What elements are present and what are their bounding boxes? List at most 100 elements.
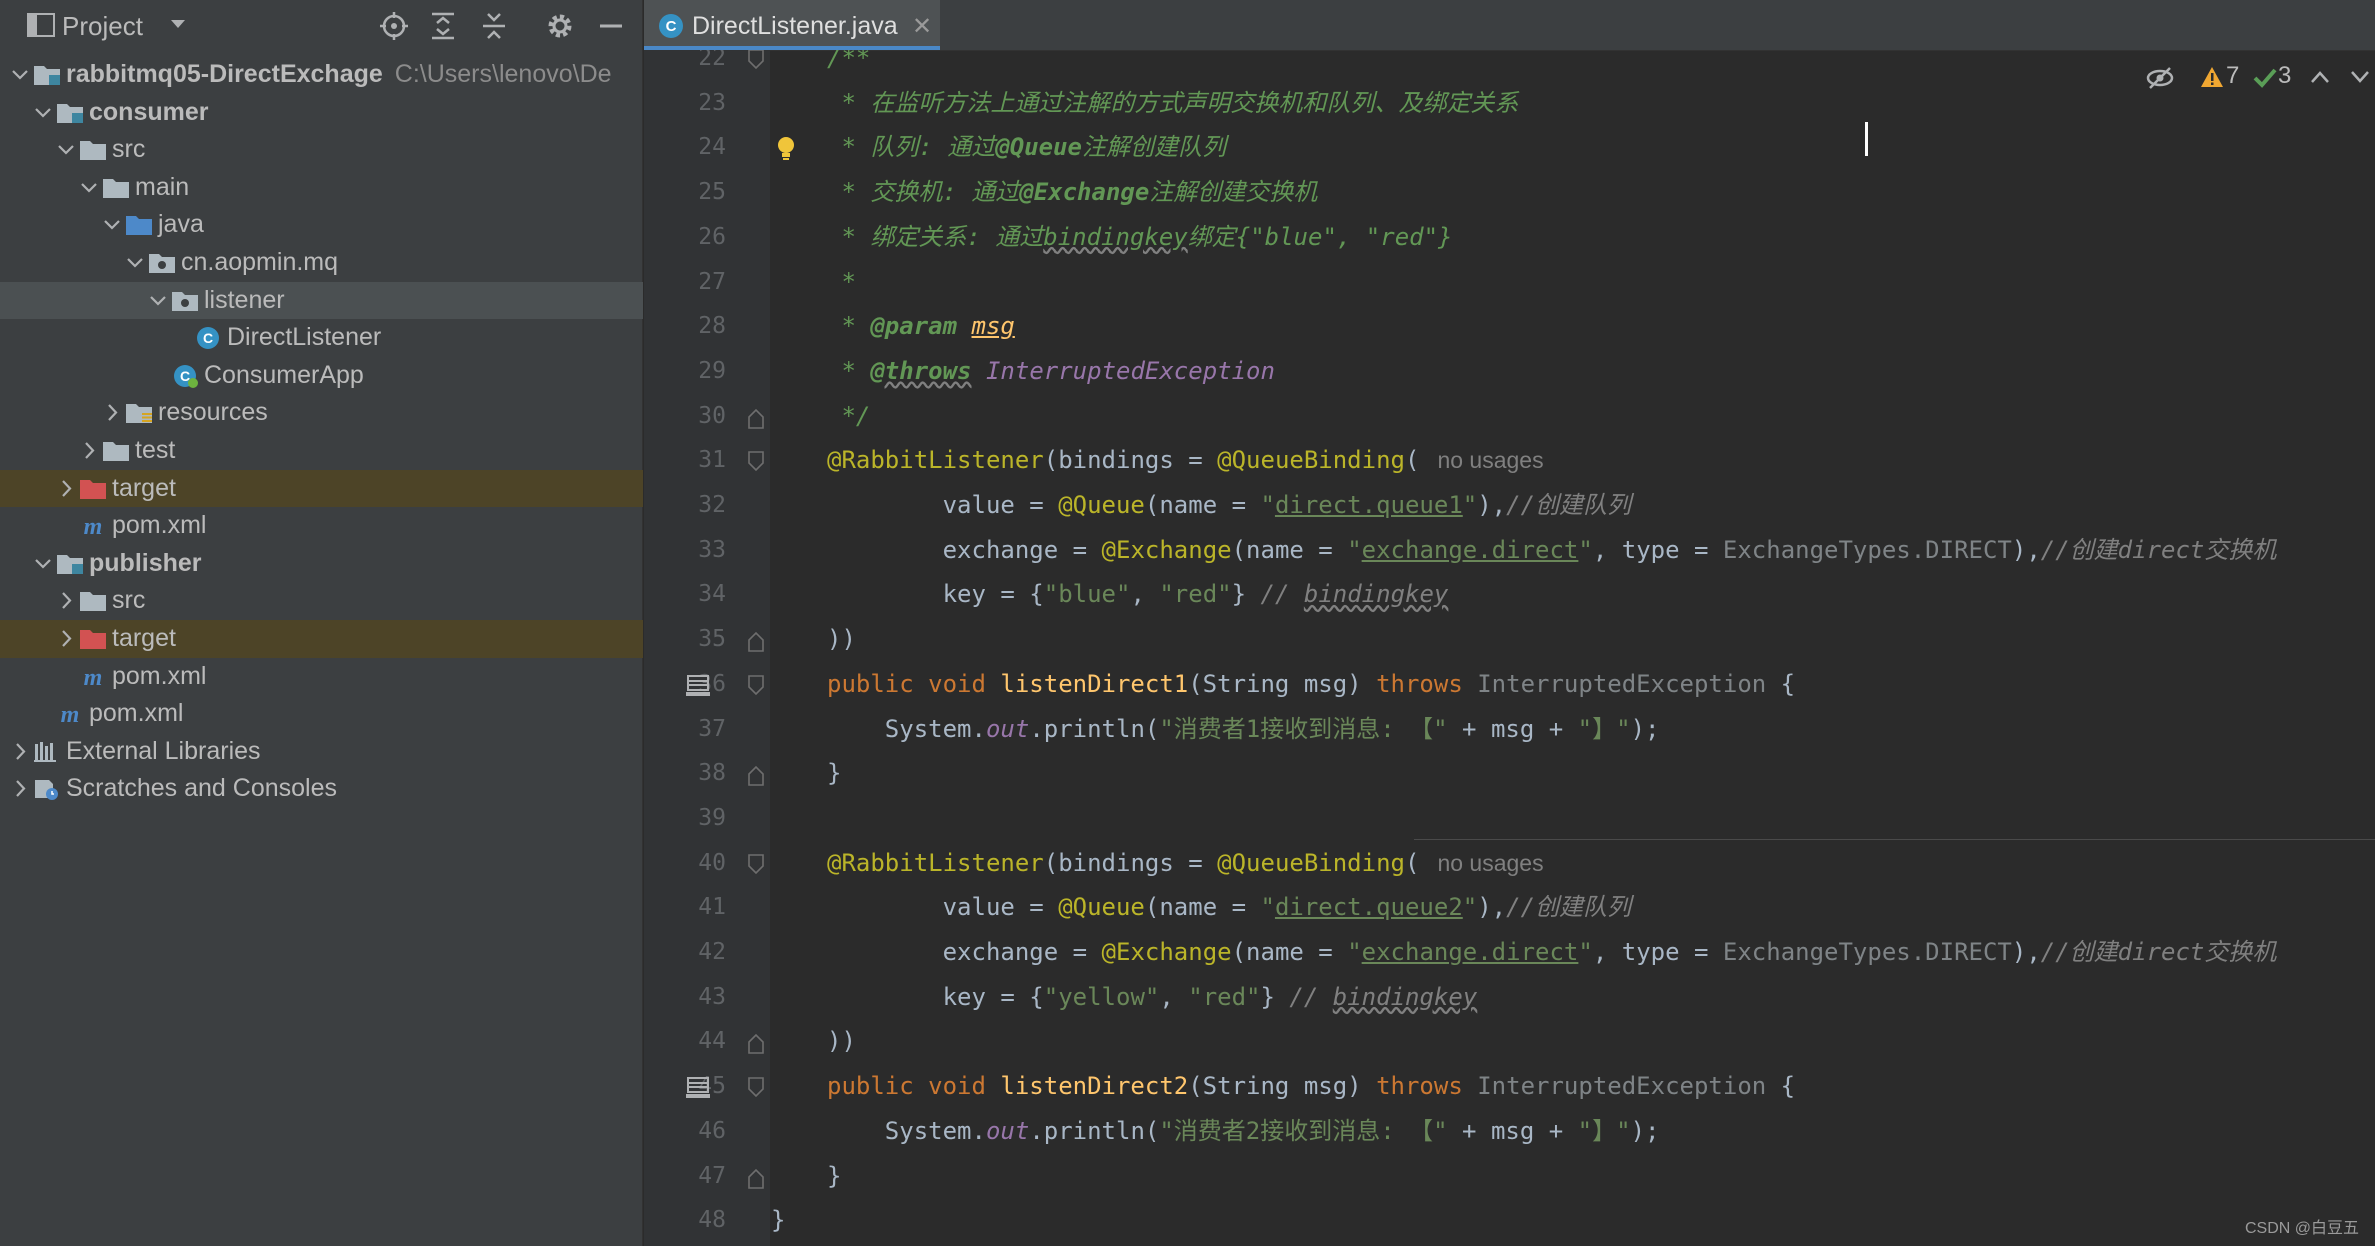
tree-item-target[interactable]: target [0, 469, 643, 508]
code-line[interactable]: 39 [644, 796, 2375, 841]
tree-item-publisher[interactable]: publisher [0, 545, 643, 583]
tree-item-pom-xml[interactable]: m pom.xml [0, 658, 643, 696]
fold-end-icon[interactable] [746, 627, 766, 653]
tree-item-main[interactable]: main [0, 169, 643, 207]
chevron-right-icon[interactable] [56, 582, 76, 620]
chevron-right-icon[interactable] [56, 470, 76, 508]
code-line[interactable]: 47} [644, 1154, 2375, 1199]
line-number[interactable]: 27 [644, 260, 726, 305]
tree-item-pom-xml[interactable]: m pom.xml [0, 695, 643, 733]
tree-item-src[interactable]: src [0, 131, 643, 169]
fold-start-icon[interactable] [746, 672, 766, 698]
line-number[interactable]: 33 [644, 528, 726, 573]
tree-item-rabbitmq05-directexchage[interactable]: rabbitmq05-DirectExchage C:\Users\lenovo\… [0, 56, 643, 94]
code-line[interactable]: 48} [644, 1198, 2375, 1243]
tree-item-scratches-and-consoles[interactable]: Scratches and Consoles [0, 770, 643, 808]
line-number[interactable]: 32 [644, 483, 726, 528]
line-number[interactable]: 46 [644, 1109, 726, 1154]
tree-item-listener[interactable]: listener [0, 281, 643, 320]
code-line[interactable]: 41 value = @Queue(name = "direct.queue2"… [644, 885, 2375, 930]
code-line[interactable]: 37 System.out.println("消费者1接收到消息: 【" + m… [644, 707, 2375, 752]
tree-item-target[interactable]: target [0, 619, 643, 658]
code-line[interactable]: 22 /** [644, 50, 2375, 81]
tree-item-consumerapp[interactable]: C ConsumerApp [0, 357, 643, 395]
line-number[interactable]: 43 [644, 975, 726, 1020]
chevron-down-icon[interactable] [33, 94, 53, 132]
chevron-down-icon[interactable] [10, 56, 30, 94]
code-line[interactable]: 45 public void listenDirect2(String msg) … [644, 1064, 2375, 1109]
chevron-down-icon[interactable] [56, 131, 76, 169]
fold-end-icon[interactable] [746, 404, 766, 430]
chevron-right-icon[interactable] [10, 770, 30, 808]
code-line[interactable]: 25 * 交换机: 通过@Exchange注解创建交换机 [644, 170, 2375, 215]
warning-icon[interactable] [2200, 66, 2224, 88]
code-line[interactable]: 30 */ [644, 394, 2375, 439]
line-number[interactable]: 31 [644, 438, 726, 483]
chevron-down-icon[interactable] [170, 18, 186, 30]
code-line[interactable]: 23 * 在监听方法上通过注解的方式声明交换机和队列、及绑定关系 [644, 81, 2375, 126]
code-line[interactable]: 40 @RabbitListener(bindings = @QueueBindi… [644, 841, 2375, 886]
fold-end-icon[interactable] [746, 1164, 766, 1190]
tab-directlistener[interactable]: C DirectListener.java ✕ [644, 0, 940, 50]
tree-item-cn-aopmin-mq[interactable]: cn.aopmin.mq [0, 244, 643, 282]
tree-item-java[interactable]: java [0, 206, 643, 244]
line-number[interactable]: 29 [644, 349, 726, 394]
line-number[interactable]: 26 [644, 215, 726, 260]
line-number[interactable]: 48 [644, 1198, 726, 1243]
fold-start-icon[interactable] [746, 448, 766, 474]
rabbit-listener-icon[interactable] [684, 672, 712, 698]
tree-item-external-libraries[interactable]: External Libraries [0, 733, 643, 771]
fold-start-icon[interactable] [746, 851, 766, 877]
line-number[interactable]: 35 [644, 617, 726, 662]
line-number[interactable]: 22 [644, 50, 726, 81]
tree-item-resources[interactable]: resources [0, 394, 643, 432]
code-line[interactable]: 36 public void listenDirect1(String msg) … [644, 662, 2375, 707]
code-line[interactable]: 29 * @throws InterruptedException [644, 349, 2375, 394]
code-line[interactable]: 38} [644, 751, 2375, 796]
tree-item-src[interactable]: src [0, 582, 643, 620]
tree-item-directlistener[interactable]: C DirectListener [0, 319, 643, 357]
code-line[interactable]: 33 exchange = @Exchange(name = "exchange… [644, 528, 2375, 573]
chevron-down-icon[interactable] [79, 169, 99, 207]
chevron-down-icon[interactable] [125, 244, 145, 282]
code-line[interactable]: 35)) [644, 617, 2375, 662]
code-line[interactable]: 43 key = {"yellow", "red"} // bindingkey [644, 975, 2375, 1020]
locate-icon[interactable] [377, 10, 411, 42]
chevron-down-icon[interactable] [102, 206, 122, 244]
line-number[interactable]: 37 [644, 707, 726, 752]
code-area[interactable]: 22/** 23 * 在监听方法上通过注解的方式声明交换机和队列、及绑定关系 24 … [644, 50, 2375, 1246]
project-window-icon[interactable] [27, 13, 55, 37]
lightbulb-icon[interactable] [775, 135, 803, 161]
close-icon[interactable]: ✕ [912, 12, 932, 41]
line-number[interactable]: 25 [644, 170, 726, 215]
chevron-up-icon[interactable] [2310, 70, 2330, 84]
rabbit-listener-icon[interactable] [684, 1074, 712, 1100]
tree-item-consumer[interactable]: consumer [0, 94, 643, 132]
expand-all-icon[interactable] [426, 10, 460, 42]
collapse-all-icon[interactable] [477, 10, 511, 42]
tree-item-test[interactable]: test [0, 432, 643, 470]
line-number[interactable]: 39 [644, 796, 726, 841]
code-line[interactable]: 46 System.out.println("消费者2接收到消息: 【" + m… [644, 1109, 2375, 1154]
code-line[interactable]: 32 value = @Queue(name = "direct.queue1"… [644, 483, 2375, 528]
fold-end-icon[interactable] [746, 761, 766, 787]
line-number[interactable]: 24 [644, 125, 726, 170]
fold-start-icon[interactable] [746, 50, 766, 72]
tree-item-pom-xml[interactable]: m pom.xml [0, 507, 643, 545]
code-line[interactable]: 28 * @param msg [644, 304, 2375, 349]
line-number[interactable]: 44 [644, 1019, 726, 1064]
chevron-down-icon[interactable] [33, 545, 53, 583]
line-number[interactable]: 42 [644, 930, 726, 975]
reader-mode-icon[interactable] [2145, 64, 2175, 92]
chevron-right-icon[interactable] [56, 620, 76, 658]
line-number[interactable]: 34 [644, 572, 726, 617]
chevron-right-icon[interactable] [79, 432, 99, 470]
chevron-right-icon[interactable] [10, 733, 30, 771]
fold-start-icon[interactable] [746, 1074, 766, 1100]
chevron-down-icon[interactable] [2350, 70, 2370, 84]
code-line[interactable]: 44)) [644, 1019, 2375, 1064]
gear-icon[interactable] [543, 10, 577, 42]
code-line[interactable]: 31 @RabbitListener(bindings = @QueueBindi… [644, 438, 2375, 483]
inspection-widget[interactable]: 7 3 [2145, 60, 2375, 96]
line-number[interactable]: 23 [644, 81, 726, 126]
